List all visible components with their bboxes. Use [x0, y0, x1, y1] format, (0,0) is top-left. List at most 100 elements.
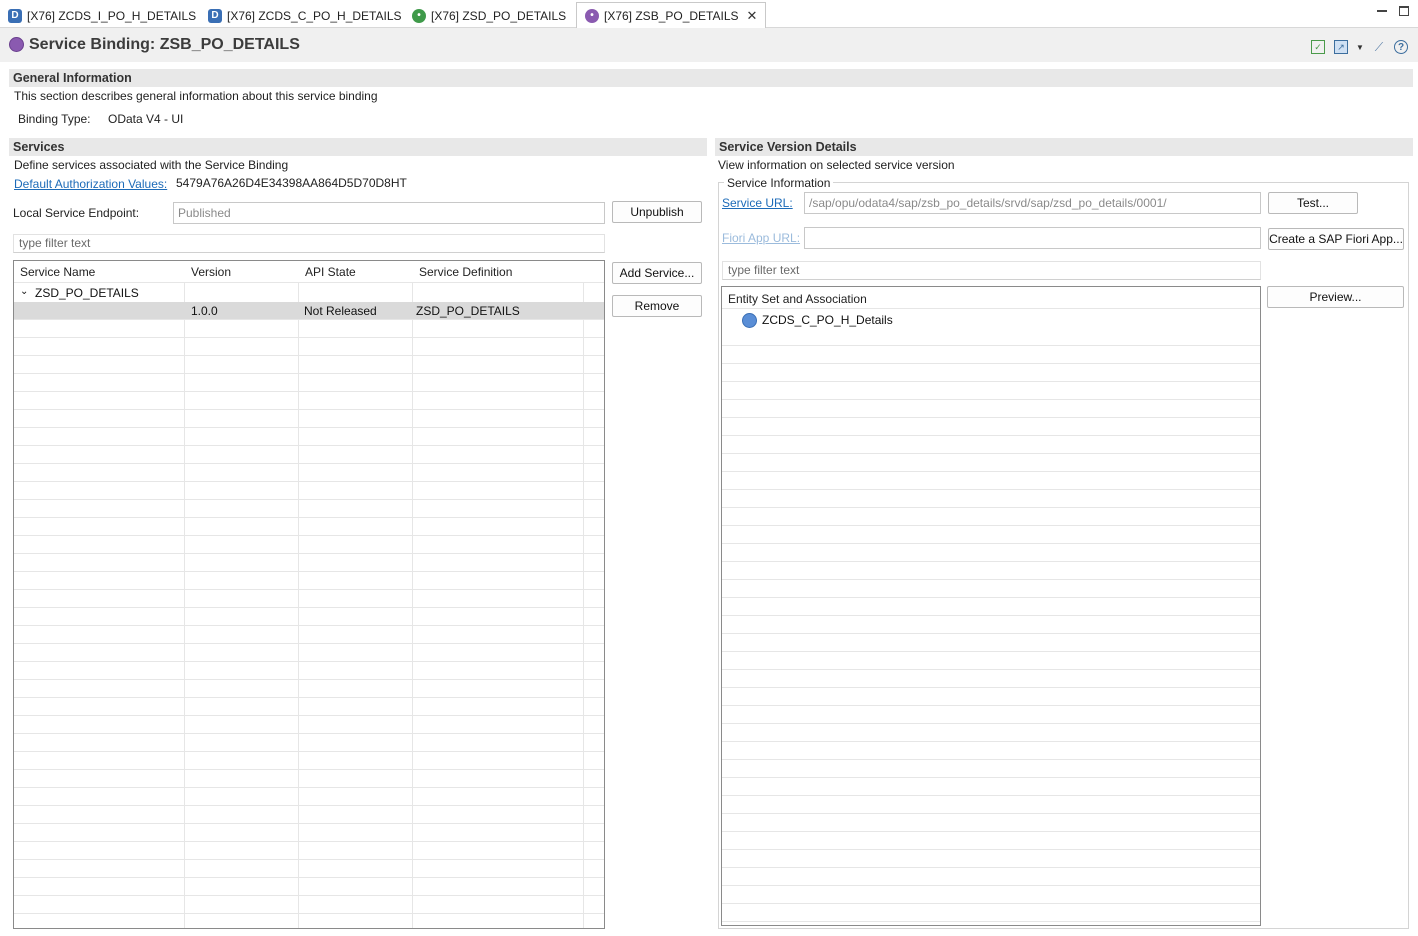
- table-row-empty: [722, 814, 1260, 832]
- table-row-empty: [722, 508, 1260, 526]
- unpublish-button[interactable]: Unpublish: [612, 201, 702, 223]
- table-row-empty: [14, 770, 604, 788]
- chevron-down-icon[interactable]: ▼: [1353, 40, 1367, 54]
- services-table[interactable]: Service Name Version API State Service D…: [13, 260, 605, 929]
- table-row-empty: [14, 356, 604, 374]
- table-row-empty: [722, 454, 1260, 472]
- table-row-empty: [722, 742, 1260, 760]
- maximize-icon[interactable]: [1399, 6, 1409, 16]
- table-row-empty: [722, 688, 1260, 706]
- table-row-empty: [722, 544, 1260, 562]
- services-description: Define services associated with the Serv…: [14, 158, 289, 172]
- table-row-empty: [722, 724, 1260, 742]
- fiori-app-url-link[interactable]: Fiori App URL:: [722, 231, 800, 245]
- table-row-empty: [14, 302, 604, 320]
- tab-label: [X76] ZSB_PO_DETAILS: [604, 8, 739, 23]
- chevron-down-icon[interactable]: ⌄: [20, 286, 28, 297]
- column-header-version[interactable]: Version: [191, 265, 231, 279]
- service-version-details-header: Service Version Details: [715, 138, 1413, 156]
- close-icon[interactable]: ✕: [747, 8, 758, 24]
- service-group-name[interactable]: ZSD_PO_DETAILS: [35, 286, 139, 300]
- help-icon[interactable]: ?: [1394, 40, 1408, 54]
- table-row-empty: [722, 472, 1260, 490]
- table-row-empty: [14, 590, 604, 608]
- tab-label: [X76] ZCDS_I_PO_H_DETAILS: [27, 8, 197, 23]
- local-service-endpoint-field[interactable]: Published: [173, 202, 605, 224]
- ddl-source-icon: D: [8, 8, 22, 23]
- entity-filter-input[interactable]: type filter text: [722, 261, 1261, 280]
- column-header-service-definition[interactable]: Service Definition: [419, 265, 512, 279]
- table-row-empty: [722, 580, 1260, 598]
- table-row-empty: [14, 338, 604, 356]
- add-service-button[interactable]: Add Service...: [612, 262, 702, 284]
- table-row-empty: [14, 554, 604, 572]
- table-row-empty: [14, 914, 604, 928]
- table-row-empty: [722, 652, 1260, 670]
- service-information-label: Service Information: [724, 176, 834, 190]
- local-service-endpoint-label: Local Service Endpoint:: [13, 206, 140, 220]
- table-row-empty: [722, 778, 1260, 796]
- test-button[interactable]: Test...: [1268, 192, 1358, 214]
- publish-icon[interactable]: ↗: [1334, 40, 1348, 54]
- tab-zcds-i-po-h-details[interactable]: D [X76] ZCDS_I_PO_H_DETAILS: [0, 3, 204, 28]
- binding-type-value: OData V4 - UI: [108, 112, 184, 126]
- table-row-empty: [14, 734, 604, 752]
- link-editor-icon[interactable]: ⟋: [1372, 40, 1386, 54]
- activate-icon[interactable]: ✓: [1311, 40, 1325, 54]
- table-row-empty: [14, 860, 604, 878]
- table-row-empty: [14, 464, 604, 482]
- service-url-link[interactable]: Service URL:: [722, 196, 793, 210]
- remove-button[interactable]: Remove: [612, 295, 702, 317]
- table-row-empty: [14, 572, 604, 590]
- table-row-empty: [14, 662, 604, 680]
- table-row-empty: [14, 374, 604, 392]
- default-authorization-link[interactable]: Default Authorization Values:: [14, 177, 167, 191]
- table-row-empty: [14, 698, 604, 716]
- table-row-empty: [722, 850, 1260, 868]
- create-fiori-app-button[interactable]: Create a SAP Fiori App...: [1268, 228, 1404, 250]
- table-row-empty: [14, 500, 604, 518]
- binding-type-label: Binding Type:: [18, 112, 91, 126]
- column-header-api-state[interactable]: API State: [305, 265, 356, 279]
- table-row-empty: [722, 400, 1260, 418]
- column-header-service-name[interactable]: Service Name: [20, 265, 95, 279]
- page-title: Service Binding: ZSB_PO_DETAILS: [29, 36, 300, 53]
- table-row-empty: [722, 616, 1260, 634]
- table-row-empty: [14, 626, 604, 644]
- services-filter-input[interactable]: type filter text: [13, 234, 605, 253]
- table-row-empty: [14, 482, 604, 500]
- table-row-empty: [722, 868, 1260, 886]
- column-header-entity-set: Entity Set and Association: [728, 292, 867, 306]
- table-row-empty: [722, 346, 1260, 364]
- entity-set-item[interactable]: ZCDS_C_PO_H_Details: [762, 313, 893, 327]
- table-row-empty: [14, 392, 604, 410]
- table-row-empty: [14, 806, 604, 824]
- table-row-empty: [722, 832, 1260, 850]
- service-binding-icon: •: [585, 8, 599, 23]
- tab-label: [X76] ZSD_PO_DETAILS: [431, 8, 567, 23]
- tab-zsb-po-details[interactable]: • [X76] ZSB_PO_DETAILS ✕: [576, 2, 767, 28]
- table-row-empty: [14, 320, 604, 338]
- table-row-empty: [722, 436, 1260, 454]
- table-row-empty: [722, 922, 1260, 925]
- table-row-empty: [722, 490, 1260, 508]
- table-row-empty: [14, 752, 604, 770]
- fiori-app-url-field[interactable]: [804, 227, 1261, 249]
- table-row-empty: [14, 842, 604, 860]
- tab-zcds-c-po-h-details[interactable]: D [X76] ZCDS_C_PO_H_DETAILS: [200, 3, 410, 28]
- ddl-source-icon: D: [208, 8, 222, 23]
- table-row-empty: [14, 428, 604, 446]
- table-row-empty: [722, 904, 1260, 922]
- general-information-header: General Information: [9, 69, 1413, 87]
- entity-set-table[interactable]: Entity Set and Association ZCDS_C_PO_H_D…: [721, 286, 1261, 926]
- authorization-value: 5479A76A26D4E34398AA864D5D70D8HT: [176, 176, 407, 190]
- table-row-empty: [14, 680, 604, 698]
- service-url-field[interactable]: /sap/opu/odata4/sap/zsb_po_details/srvd/…: [804, 192, 1261, 214]
- tab-label: [X76] ZCDS_C_PO_H_DETAILS: [227, 8, 402, 23]
- table-row-empty: [722, 526, 1260, 544]
- table-row-empty: [14, 410, 604, 428]
- table-row-empty: [722, 760, 1260, 778]
- minimize-icon[interactable]: [1377, 6, 1387, 12]
- tab-zsd-po-details[interactable]: • [X76] ZSD_PO_DETAILS: [404, 3, 574, 28]
- preview-button[interactable]: Preview...: [1267, 286, 1404, 308]
